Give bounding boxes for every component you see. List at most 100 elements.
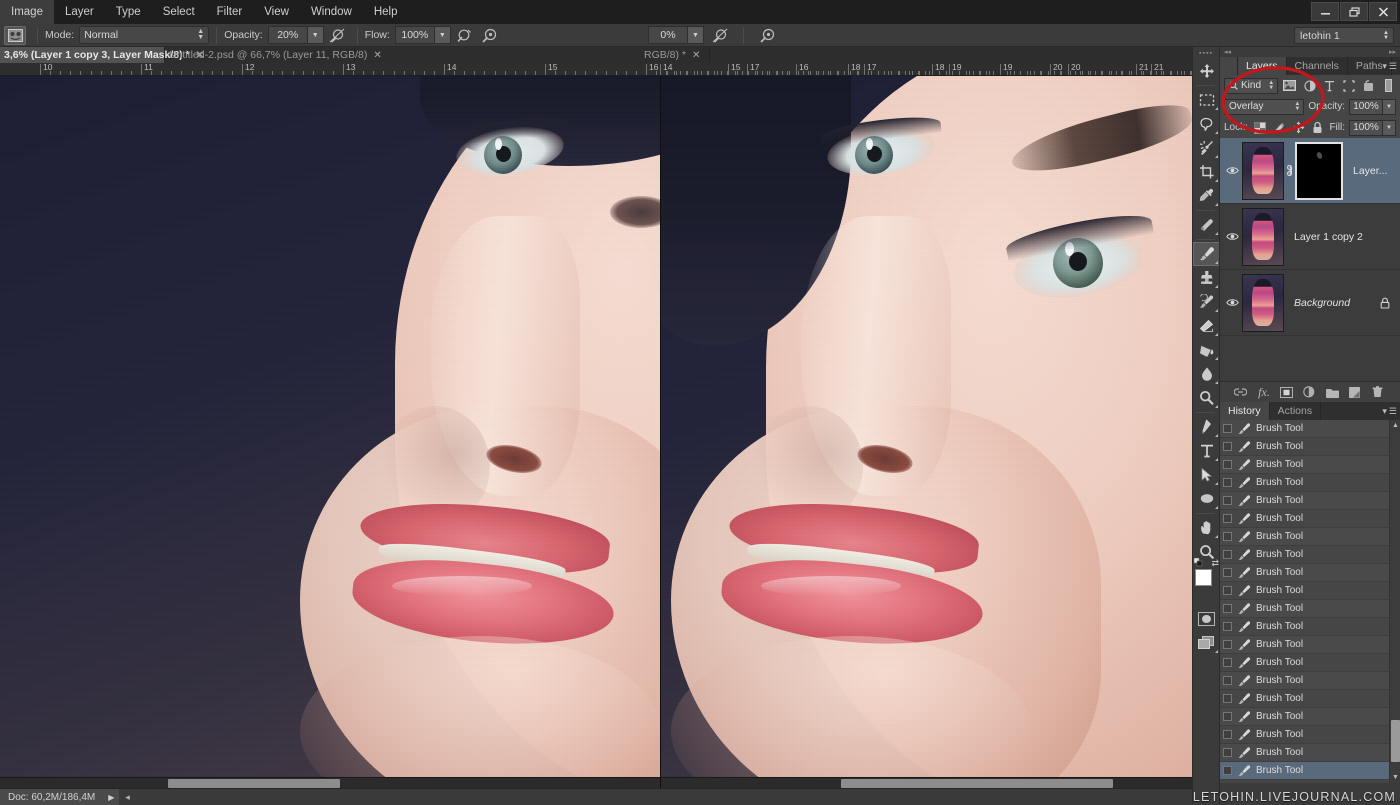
history-snapshot-checkbox[interactable] [1223, 478, 1232, 487]
layer-visibility-toggle-1[interactable] [1222, 204, 1242, 269]
secondary-pressure-toggle[interactable] [710, 26, 730, 45]
history-brush-tool[interactable] [1193, 290, 1220, 314]
add-layer-mask-button[interactable] [1280, 386, 1294, 398]
document-tab-3[interactable]: RGB/8) * ✕ [640, 47, 710, 63]
history-row-2[interactable]: Brush Tool [1220, 456, 1400, 474]
minimize-button[interactable] [1311, 2, 1339, 21]
history-panel-menu-button[interactable]: ▾ ☰ [1382, 406, 1397, 417]
history-row-4[interactable]: Brush Tool [1220, 492, 1400, 510]
new-layer-button[interactable] [1349, 386, 1363, 398]
opacity-control[interactable]: 20% ▼ [267, 26, 324, 44]
document-tab-1[interactable]: 3,6% (Layer 1 copy 3, Layer Mask/8) * ✕ [0, 47, 204, 63]
history-row-3[interactable]: Brush Tool [1220, 474, 1400, 492]
layer-opacity-control[interactable]: 100% ▼ [1349, 98, 1396, 115]
history-row-13[interactable]: Brush Tool [1220, 654, 1400, 672]
layer-visibility-toggle-0[interactable] [1222, 138, 1242, 203]
status-expand-button[interactable]: ▶ [103, 788, 120, 805]
eraser-tool[interactable] [1193, 314, 1220, 338]
layer-thumbnail-1[interactable] [1242, 207, 1284, 266]
secondary-numeric-value[interactable]: 0% [648, 26, 688, 44]
foreground-color-swatch[interactable] [1195, 569, 1212, 586]
layer-thumbnail-0[interactable] [1242, 141, 1284, 200]
history-snapshot-checkbox[interactable] [1223, 658, 1232, 667]
dodge-tool[interactable] [1193, 386, 1220, 410]
history-snapshot-checkbox[interactable] [1223, 496, 1232, 505]
layer-visibility-toggle-2[interactable] [1222, 270, 1242, 335]
clone-stamp-tool[interactable] [1193, 266, 1220, 290]
layers-panel-menu-button[interactable]: ▾ ☰ [1382, 61, 1397, 72]
airbrush-toggle[interactable] [480, 26, 500, 45]
layer-thumbnail-2[interactable] [1242, 273, 1284, 332]
pressure-size-toggle[interactable] [454, 26, 474, 45]
layer-list[interactable]: Layer... Layer 1 copy 2 Background [1220, 138, 1400, 381]
lasso-tool[interactable] [1193, 112, 1220, 136]
right-doc-hscroll-thumb[interactable] [841, 779, 1113, 788]
history-row-12[interactable]: Brush Tool [1220, 636, 1400, 654]
link-layers-button[interactable] [1234, 387, 1248, 398]
document-tab-2-close-icon[interactable]: ✕ [373, 50, 381, 61]
layer-list-empty-space[interactable] [1220, 336, 1400, 381]
workspace-switcher[interactable]: letohin 1 ▲ ▼ [1294, 27, 1394, 44]
flow-value[interactable]: 100% [394, 26, 435, 44]
lock-all-button[interactable] [1310, 120, 1325, 136]
canvas-area[interactable] [0, 76, 1192, 788]
rectangular-marquee-tool[interactable] [1193, 88, 1220, 112]
delete-layer-button[interactable] [1372, 386, 1386, 398]
history-snapshot-checkbox[interactable] [1223, 604, 1232, 613]
scroll-up-icon[interactable]: ▲ [1390, 420, 1400, 431]
layer-name-2[interactable]: Background [1284, 297, 1380, 309]
brush-preset-picker[interactable] [4, 25, 26, 45]
tab-layers[interactable]: Layers [1238, 57, 1287, 75]
lock-image-pixels-button[interactable] [1271, 120, 1286, 136]
horizontal-ruler[interactable]: 10 11 12 13 14 15 16 17 18 19 20 21 14 15 16 17 18 19 20 2… [0, 63, 1192, 76]
layer-opacity-dropdown[interactable]: ▼ [1383, 98, 1396, 115]
close-button[interactable] [1369, 2, 1397, 21]
layer-mask-thumbnail-0[interactable] [1295, 141, 1343, 200]
history-snapshot-checkbox[interactable] [1223, 586, 1232, 595]
menu-item-window[interactable]: Window [300, 0, 363, 24]
pressure-opacity-toggle[interactable] [327, 26, 347, 45]
brush-tool[interactable] [1193, 242, 1220, 266]
menu-item-type[interactable]: Type [105, 0, 152, 24]
history-snapshot-checkbox[interactable] [1223, 514, 1232, 523]
document-tab-2[interactable]: Untitled-2.psd @ 66,7% (Layer 11, RGB/8)… [165, 47, 382, 63]
menu-item-select[interactable]: Select [152, 0, 206, 24]
menu-item-layer[interactable]: Layer [54, 0, 105, 24]
left-document-pane[interactable] [0, 76, 660, 788]
opacity-dropdown-button[interactable]: ▼ [307, 26, 324, 44]
screen-mode-button[interactable] [1193, 631, 1220, 655]
history-row-18[interactable]: Brush Tool [1220, 744, 1400, 762]
restore-button[interactable] [1340, 2, 1368, 21]
tab-history[interactable]: History [1220, 402, 1270, 420]
filter-toggle-switch[interactable] [1380, 78, 1396, 94]
path-selection-tool[interactable] [1193, 463, 1220, 487]
eyedropper-tool[interactable] [1193, 184, 1220, 208]
filter-pixel-layers-button[interactable] [1282, 78, 1298, 94]
quick-mask-button[interactable] [1193, 607, 1220, 631]
layer-name-0[interactable]: Layer... [1343, 165, 1398, 177]
history-snapshot-checkbox[interactable] [1223, 568, 1232, 577]
filter-type-layers-button[interactable] [1321, 78, 1337, 94]
history-snapshot-checkbox[interactable] [1223, 622, 1232, 631]
dock-expand-icon[interactable]: ▸▸ [1389, 48, 1396, 56]
horizontal-type-tool[interactable] [1193, 439, 1220, 463]
dock-collapse-icon[interactable]: ◂◂ [1224, 48, 1231, 56]
panel-icon-strip[interactable] [1220, 57, 1238, 75]
history-snapshot-checkbox[interactable] [1223, 676, 1232, 685]
layer-name-1[interactable]: Layer 1 copy 2 [1284, 231, 1398, 243]
history-row-9[interactable]: Brush Tool [1220, 582, 1400, 600]
history-row-7[interactable]: Brush Tool [1220, 546, 1400, 564]
history-snapshot-checkbox[interactable] [1223, 694, 1232, 703]
quick-selection-tool[interactable] [1193, 136, 1220, 160]
menu-item-filter[interactable]: Filter [206, 0, 254, 24]
left-doc-hscrollbar[interactable] [0, 777, 660, 788]
flow-dropdown-button[interactable]: ▼ [434, 26, 451, 44]
swap-colors-icon[interactable]: ⇄ [1211, 558, 1219, 569]
history-row-19[interactable]: Brush Tool [1220, 762, 1400, 780]
spot-healing-brush-tool[interactable] [1193, 213, 1220, 237]
opacity-value[interactable]: 20% [267, 26, 308, 44]
tools-palette-grip[interactable]: ▪▪▪▪ [1193, 47, 1219, 59]
filter-shape-layers-button[interactable] [1341, 78, 1357, 94]
status-more-icon[interactable]: ◂ [125, 792, 130, 803]
layer-fill-value[interactable]: 100% [1349, 119, 1383, 136]
